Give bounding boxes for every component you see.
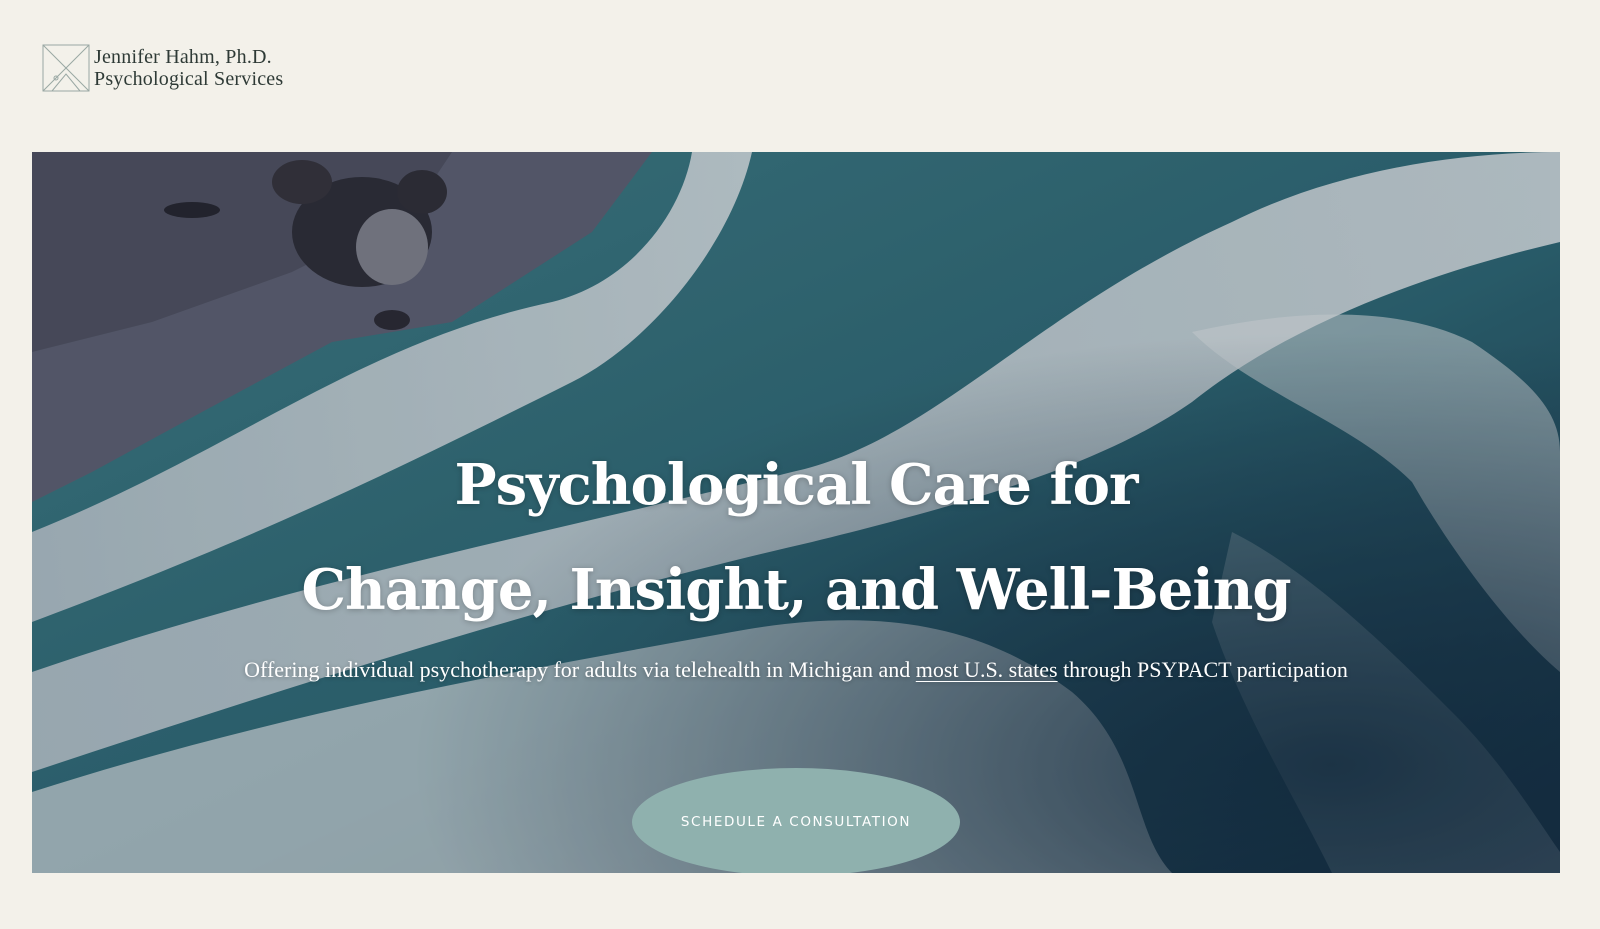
hero-title-line-1: Psychological Care for	[454, 452, 1139, 518]
site-name-line-2: Psychological Services	[94, 68, 284, 90]
subtitle-text-before: Offering individual psychotherapy for ad…	[244, 657, 916, 682]
schedule-consultation-button[interactable]: SCHEDULE A CONSULTATION	[632, 768, 960, 873]
hero-section: Psychological Care for Change, Insight, …	[32, 152, 1560, 873]
hero-title-line-2: Change, Insight, and Well-Being	[301, 557, 1291, 623]
site-header: Jennifer Hahm, Ph.D. Psychological Servi…	[42, 44, 283, 92]
subtitle-text-after: through PSYPACT participation	[1057, 657, 1348, 682]
site-name-line-1: Jennifer Hahm, Ph.D.	[94, 46, 272, 68]
envelope-monogram-icon[interactable]	[42, 44, 90, 92]
most-us-states-link[interactable]: most U.S. states	[916, 657, 1058, 682]
hero-subtitle: Offering individual psychotherapy for ad…	[32, 657, 1560, 683]
site-name[interactable]: Jennifer Hahm, Ph.D. Psychological Servi…	[94, 46, 283, 90]
